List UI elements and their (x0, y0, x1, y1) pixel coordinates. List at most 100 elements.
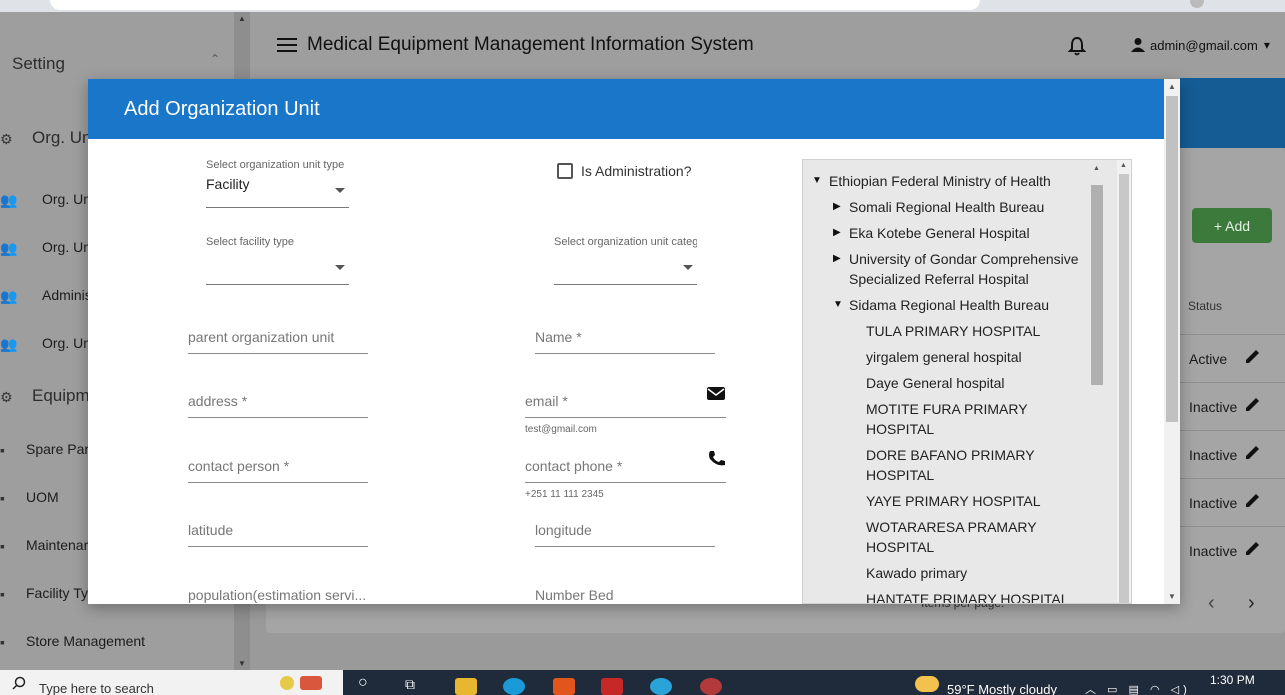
tree-outer-scrollbar[interactable]: ▲ (1117, 160, 1131, 603)
email-hint: test@gmail.com (525, 424, 597, 435)
sidebar-item-facility-type[interactable]: ▪ Facility Ty (0, 585, 88, 602)
tree-leaf[interactable]: YAYE PRIMARY HOSPITAL (866, 491, 1041, 511)
scroll-down-icon[interactable]: ▼ (238, 659, 246, 668)
tree-leaf[interactable]: WOTARARESA PRAMARY (866, 517, 1037, 537)
facility-type-select[interactable]: Select facility type (206, 236, 349, 285)
tree-leaf[interactable]: Daye General hospital (866, 373, 1005, 393)
scroll-down-icon[interactable]: ▼ (1168, 592, 1176, 601)
is-administration-checkbox[interactable]: Is Administration? (557, 163, 692, 179)
tree-inner-scrollbar[interactable]: ▲ (1091, 165, 1103, 603)
scroll-up-icon[interactable]: ▲ (238, 14, 246, 23)
gear-icon: ⚙ (0, 131, 13, 147)
field-placeholder: population(estimation servi... (188, 587, 367, 603)
sidebar-item-org-unit-3[interactable]: 👥 Org. Un (0, 335, 91, 352)
contact-person-field[interactable]: contact person * (188, 458, 368, 483)
user-menu[interactable]: admin@gmail.com ▾ (1130, 37, 1270, 53)
telegram-icon[interactable] (650, 678, 672, 695)
name-field[interactable]: Name * (535, 329, 715, 354)
chevron-up-icon[interactable]: ⌃ (210, 52, 220, 66)
scroll-up-icon[interactable]: ▲ (1168, 82, 1176, 91)
add-button[interactable]: + Add (1192, 208, 1272, 243)
sidebar-item-org-unit-2[interactable]: 👥 Org. Un (0, 239, 91, 256)
edit-icon[interactable] (1244, 347, 1262, 365)
edge-icon[interactable] (503, 678, 525, 695)
sidebar-item-uom[interactable]: ▪ UOM (0, 489, 59, 506)
chevron-right-icon[interactable]: › (1248, 592, 1255, 615)
field-placeholder: Number Bed (535, 587, 614, 603)
scroll-up-icon[interactable]: ▲ (1120, 162, 1127, 169)
taskbar-search[interactable]: Type here to search (0, 670, 343, 695)
sidebar-item-administration[interactable]: 👥 Adminis (0, 287, 92, 304)
expand-right-icon[interactable]: ▶ (833, 201, 841, 212)
sidebar-item-spare-parts[interactable]: ▪ Spare Par (0, 441, 89, 458)
weather-icon[interactable] (915, 676, 939, 692)
email-field[interactable]: email * test@gmail.com (525, 387, 726, 435)
longitude-field[interactable]: longitude (535, 522, 715, 547)
dialog-scrollbar[interactable]: ▲ ▼ (1164, 79, 1180, 604)
system-tray[interactable]: ︿ ▭ ▤ ◠ ◁) (1085, 681, 1191, 695)
sidebar-item-label: Maintenar (26, 537, 89, 553)
news-widget-icon[interactable] (280, 676, 294, 690)
sidebar-item-store-management[interactable]: ▪ Store Management (0, 633, 145, 650)
select-value (554, 253, 697, 271)
table-row: Inactive (1180, 526, 1285, 574)
clock[interactable]: 1:30 PM (1210, 673, 1255, 687)
sidebar-equipment-header[interactable]: ⚙ Equipme (0, 386, 99, 406)
add-org-unit-dialog: Add Organization Unit Select organizatio… (88, 79, 1180, 604)
bell-icon[interactable] (1068, 36, 1086, 56)
sidebar-setting-header[interactable]: Setting (12, 54, 65, 74)
status-cell: Inactive (1189, 447, 1238, 463)
app-icon[interactable] (553, 678, 575, 695)
tree-node[interactable]: University of Gondar Comprehensive (849, 249, 1079, 269)
tree-leaf[interactable]: HANTATE PRIMARY HOSPITAL (866, 589, 1069, 603)
chevron-down-icon: ▾ (1263, 38, 1270, 52)
scroll-thumb[interactable] (1166, 96, 1178, 422)
profile-icon[interactable] (1190, 0, 1204, 8)
edit-icon[interactable] (1244, 443, 1262, 461)
expand-down-icon[interactable]: ▼ (812, 175, 822, 186)
scroll-thumb[interactable] (1119, 174, 1129, 603)
parent-org-unit-field[interactable]: parent organization unit (188, 329, 368, 354)
field-placeholder: latitude (188, 522, 234, 538)
edit-icon[interactable] (1244, 395, 1262, 413)
org-unit-type-select[interactable]: Select organization unit type Facility (206, 159, 349, 208)
sidebar-item-maintenance[interactable]: ▪ Maintenar (0, 537, 89, 554)
tree-leaf[interactable]: MOTITE FURA PRIMARY (866, 399, 1028, 419)
contact-phone-field[interactable]: contact phone * +251 11 111 2345 (525, 451, 726, 500)
expand-right-icon[interactable]: ▶ (833, 227, 841, 238)
file-explorer-icon[interactable] (455, 678, 477, 695)
app-title: Medical Equipment Management Information… (307, 34, 754, 55)
app-icon[interactable] (601, 678, 623, 695)
hamburger-menu-icon[interactable] (277, 38, 297, 52)
expand-down-icon[interactable]: ▼ (833, 299, 843, 310)
edit-icon[interactable] (1244, 491, 1262, 509)
checkbox-box[interactable] (557, 163, 573, 179)
edit-icon[interactable] (1244, 539, 1262, 557)
address-bar[interactable] (50, 0, 980, 10)
phone-icon (709, 451, 725, 466)
population-field[interactable]: population(estimation servi... (188, 587, 368, 604)
address-field[interactable]: address * (188, 393, 368, 418)
sidebar-org-unit-header[interactable]: ⚙ Org. Unit (0, 128, 100, 148)
chevron-left-icon[interactable]: ‹ (1208, 592, 1215, 615)
weather-text[interactable]: 59°F Mostly cloudy (947, 682, 1057, 695)
latitude-field[interactable]: latitude (188, 522, 368, 547)
number-bed-field[interactable]: Number Bed (535, 587, 715, 604)
calendar-icon[interactable] (300, 676, 322, 690)
scroll-thumb[interactable] (1091, 185, 1103, 385)
tree-node-root[interactable]: Ethiopian Federal Ministry of Health (829, 171, 1051, 191)
sidebar-item-org-unit-1[interactable]: 👥 Org. Un (0, 191, 91, 208)
scroll-up-icon[interactable]: ▲ (1093, 165, 1100, 172)
tree-leaf[interactable]: TULA PRIMARY HOSPITAL (866, 321, 1040, 341)
org-unit-category-select[interactable]: Select organization unit catego (554, 236, 697, 285)
tree-node[interactable]: Sidama Regional Health Bureau (849, 295, 1049, 315)
tree-node[interactable]: Eka Kotebe General Hospital (849, 223, 1030, 243)
tree-leaf[interactable]: yirgalem general hospital (866, 347, 1022, 367)
task-view-icon[interactable]: ⧉ (405, 676, 427, 693)
tree-leaf[interactable]: Kawado primary (866, 563, 967, 583)
tree-leaf[interactable]: DORE BAFANO PRIMARY (866, 445, 1035, 465)
app-icon[interactable] (700, 678, 722, 695)
expand-right-icon[interactable]: ▶ (833, 253, 841, 264)
tree-node[interactable]: Somali Regional Health Bureau (849, 197, 1044, 217)
cortana-icon[interactable]: ○ (358, 674, 380, 691)
